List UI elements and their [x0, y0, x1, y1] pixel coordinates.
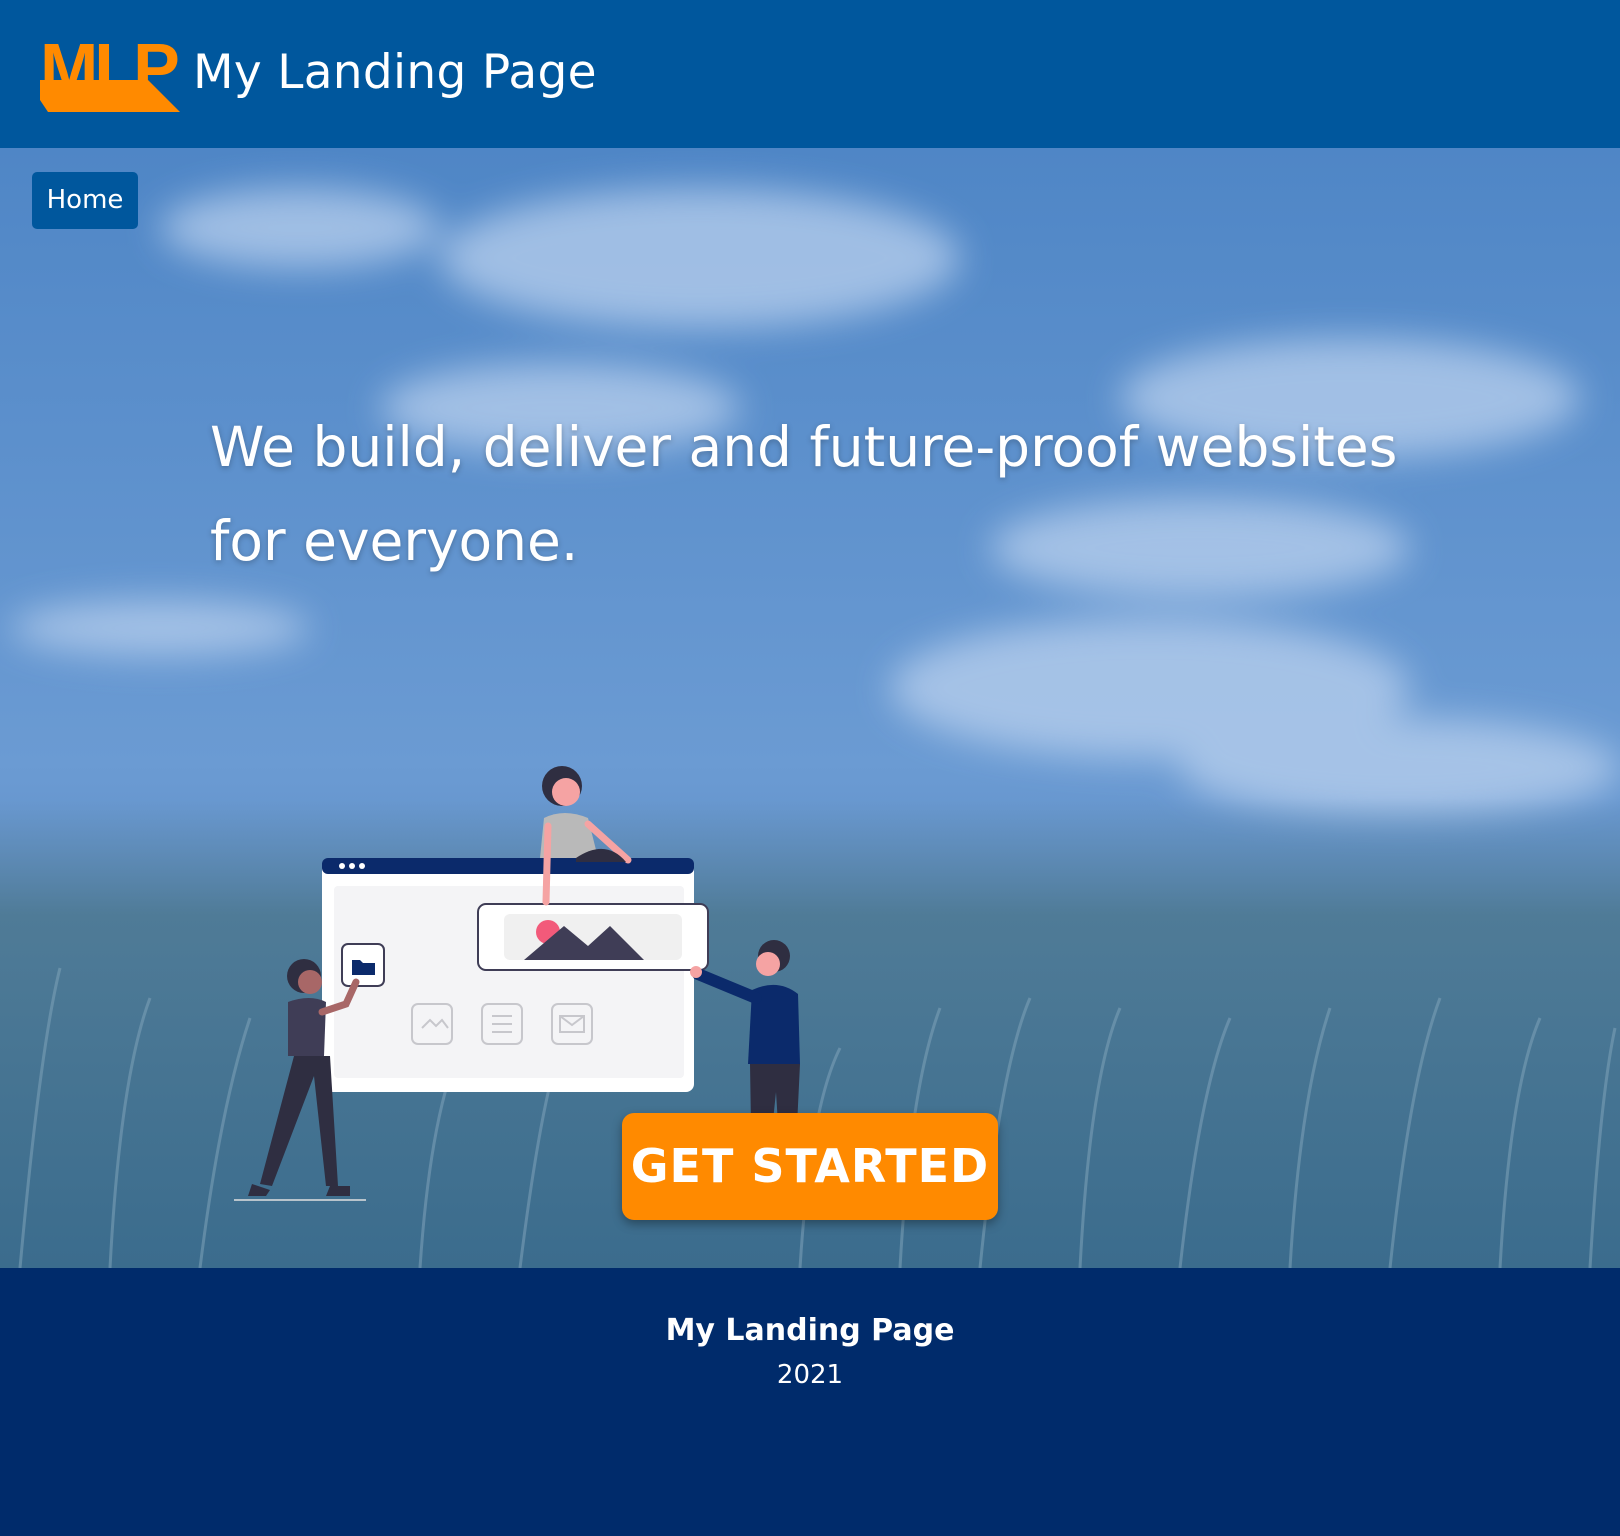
svg-text:MLP: MLP: [40, 30, 178, 107]
site-title[interactable]: My Landing Page: [193, 38, 597, 108]
image-card-graphic: [477, 903, 709, 971]
footer-year: 2021: [776, 1360, 844, 1390]
site-header: MLP My Landing Page: [0, 0, 1620, 148]
site-footer: My Landing Page 2021: [0, 1268, 1620, 1536]
folder-card-graphic: [341, 943, 385, 987]
footer-title: My Landing Page: [665, 1313, 955, 1348]
nav-home-link[interactable]: Home: [32, 172, 138, 229]
hero-section: Home We build, deliver and future-proof …: [0, 148, 1620, 1268]
hero-headline: We build, deliver and future-proof websi…: [210, 415, 1398, 573]
mlp-logo[interactable]: MLP: [38, 30, 186, 116]
get-started-button[interactable]: GET STARTED: [622, 1113, 998, 1220]
